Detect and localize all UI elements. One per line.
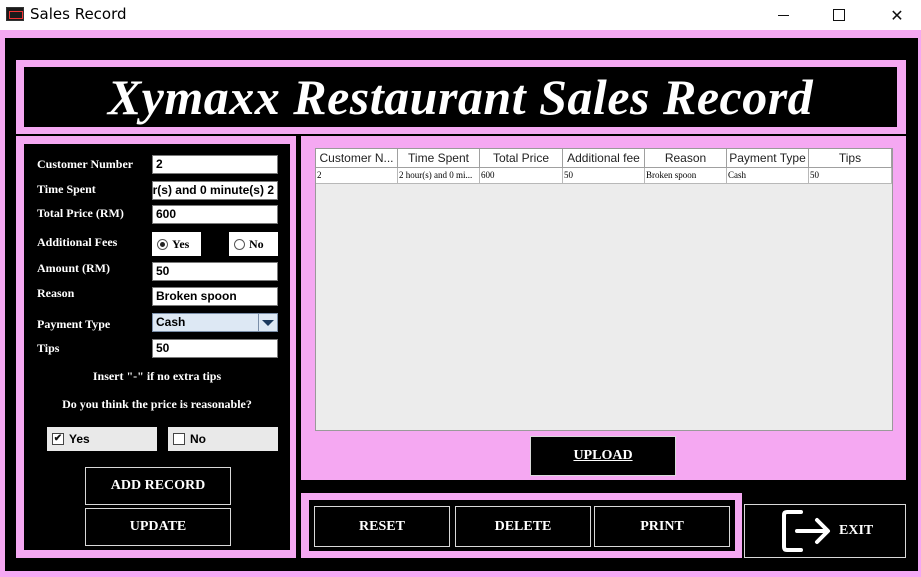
column-header[interactable]: Customer N... <box>316 149 398 168</box>
delete-button[interactable]: DELETE <box>455 506 591 547</box>
amount-label: Amount (RM) <box>37 261 110 275</box>
customer-number-field[interactable]: 2 <box>152 155 278 174</box>
time-spent-label: Time Spent <box>37 182 96 196</box>
chevron-down-icon <box>262 319 274 326</box>
app-icon <box>6 7 24 21</box>
tips-label: Tips <box>37 341 60 355</box>
column-header[interactable]: Tips <box>809 149 892 168</box>
reasonable-question: Do you think the price is reasonable? <box>62 397 252 411</box>
radio-selected-icon <box>157 238 168 250</box>
maximize-button[interactable] <box>816 0 862 30</box>
payment-type-label: Payment Type <box>37 317 111 331</box>
additional-fees-yes-radio[interactable]: Yes <box>152 232 201 256</box>
column-header[interactable]: Total Price <box>480 149 563 168</box>
payment-type-select[interactable]: Cash <box>152 313 278 332</box>
tips-field[interactable]: 50 <box>152 339 278 358</box>
additional-fees-label: Additional Fees <box>37 235 118 249</box>
banner: Xymaxx Restaurant Sales Record <box>24 67 897 127</box>
time-spent-field[interactable]: 2 hour(s) and 0 minute(s) <box>152 181 278 200</box>
payment-type-value: Cash <box>156 315 186 329</box>
add-record-button[interactable]: ADD RECORD <box>85 467 231 505</box>
print-button[interactable]: PRINT <box>594 506 730 547</box>
exit-label: EXIT <box>839 523 874 538</box>
table-header: Customer N... Time Spent Total Price Add… <box>316 149 892 168</box>
additional-fees-no-label: No <box>249 236 264 251</box>
reasonable-yes-label: Yes <box>69 432 90 446</box>
banner-title: Xymaxx Restaurant Sales Record <box>107 69 814 125</box>
minimize-button[interactable] <box>760 0 806 30</box>
checkbox-unchecked-icon <box>173 433 185 445</box>
exit-button[interactable]: EXIT <box>744 504 906 558</box>
column-header[interactable]: Time Spent <box>398 149 480 168</box>
table-cell[interactable]: 600 <box>480 168 563 184</box>
checkbox-checked-icon: ✔ <box>52 433 64 445</box>
reasonable-no-checkbox[interactable]: No <box>168 427 278 451</box>
minimize-icon <box>777 14 789 16</box>
table-cell[interactable]: Cash <box>727 168 809 184</box>
time-spent-value: 2 hour(s) and 0 minute(s) <box>152 183 274 197</box>
table-cell[interactable]: 50 <box>809 168 892 184</box>
close-icon: ✕ <box>890 5 904 25</box>
reasonable-no-label: No <box>190 432 206 446</box>
tips-note: Insert "-" if no extra tips <box>92 369 222 383</box>
close-button[interactable]: ✕ <box>874 0 920 30</box>
additional-fees-yes-label: Yes <box>172 236 190 251</box>
upload-button[interactable]: UPLOAD <box>530 436 676 476</box>
reset-button[interactable]: RESET <box>314 506 450 547</box>
exit-icon <box>782 510 830 552</box>
total-price-field[interactable]: 600 <box>152 205 278 224</box>
maximize-icon <box>833 9 845 21</box>
table-row[interactable]: 2 2 hour(s) and 0 mi... 600 50 Broken sp… <box>316 168 892 184</box>
records-table[interactable]: Customer N... Time Spent Total Price Add… <box>315 148 893 431</box>
window-titlebar: Sales Record ✕ <box>0 0 921 30</box>
reason-label: Reason <box>37 286 75 300</box>
total-price-label: Total Price (RM) <box>37 206 124 220</box>
column-header[interactable]: Reason <box>645 149 727 168</box>
reason-field[interactable]: Broken spoon <box>152 287 278 306</box>
dropdown-button[interactable] <box>258 314 277 331</box>
table-cell[interactable]: 2 hour(s) and 0 mi... <box>398 168 480 184</box>
reasonable-yes-checkbox[interactable]: ✔ Yes <box>47 427 157 451</box>
update-button[interactable]: UPDATE <box>85 508 231 546</box>
table-cell[interactable]: Broken spoon <box>645 168 727 184</box>
column-header[interactable]: Payment Type <box>727 149 809 168</box>
amount-field[interactable]: 50 <box>152 262 278 281</box>
table-cell[interactable]: 2 <box>316 168 398 184</box>
table-cell[interactable]: 50 <box>563 168 645 184</box>
additional-fees-no-radio[interactable]: No <box>229 232 278 256</box>
window-title: Sales Record <box>30 5 127 23</box>
customer-number-label: Customer Number <box>37 157 134 171</box>
column-header[interactable]: Additional fee <box>563 149 645 168</box>
radio-unselected-icon <box>234 238 245 250</box>
